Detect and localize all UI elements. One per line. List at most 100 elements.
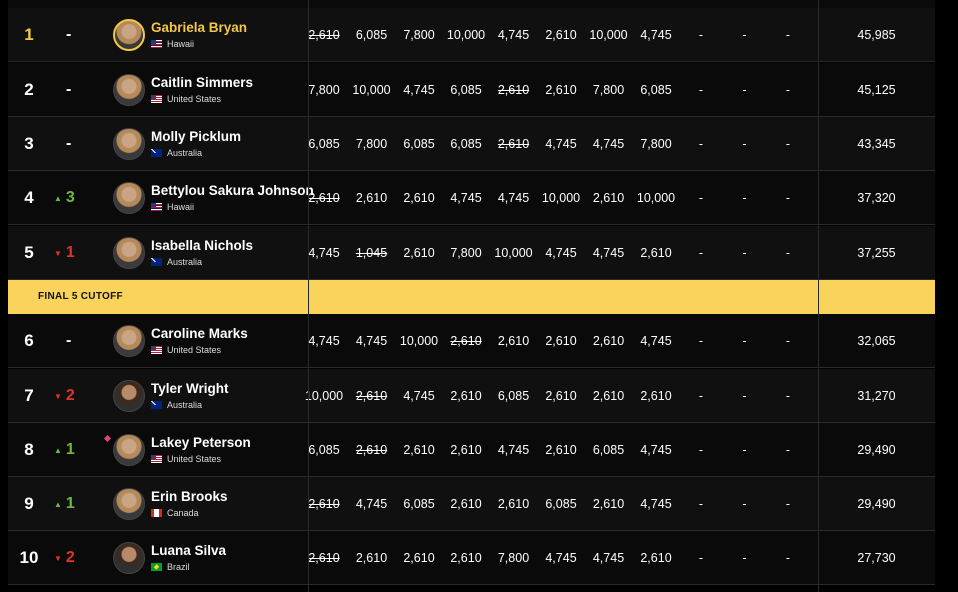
event-score: 4,745 xyxy=(355,334,388,348)
event-score: 4,745 xyxy=(355,497,388,511)
rank-change-value: 1 xyxy=(65,244,75,261)
rank-change-value: 1 xyxy=(65,441,75,458)
athlete-avatar[interactable] xyxy=(113,542,145,574)
athlete-name[interactable]: Gabriela Bryan xyxy=(151,20,247,35)
event-score: 2,610 xyxy=(450,551,482,565)
athlete-name[interactable]: Caroline Marks xyxy=(151,326,248,341)
athlete-name[interactable]: Luana Silva xyxy=(151,543,226,558)
event-score: 7,800 xyxy=(592,83,625,97)
event-score: 6,085 xyxy=(403,137,435,151)
athlete-avatar[interactable] xyxy=(113,19,145,51)
table-row[interactable]: 10 ▼ 2 Luana Silva Brazil 2,610 2,610 2,610 2,61… xyxy=(8,531,935,585)
flag-icon xyxy=(151,95,162,103)
total-points: 45,125 xyxy=(857,83,896,97)
dropped-event-score: 2,610 xyxy=(497,83,530,97)
event-score: 2,610 xyxy=(640,246,672,260)
event-score: 4,745 xyxy=(403,389,435,403)
event-score: - xyxy=(785,334,791,348)
athlete-avatar[interactable] xyxy=(113,488,145,520)
event-score: 7,800 xyxy=(403,28,435,42)
column-divider xyxy=(818,0,819,592)
flag-icon xyxy=(151,509,162,517)
event-score: - xyxy=(698,246,704,260)
event-score: - xyxy=(742,551,747,565)
flag-icon xyxy=(151,203,162,211)
athlete-avatar[interactable] xyxy=(113,434,145,466)
rank-change-value: 2 xyxy=(65,549,75,566)
rank-change: - xyxy=(52,8,102,62)
athlete-avatar[interactable] xyxy=(113,74,145,106)
event-score: - xyxy=(698,443,704,457)
athlete-avatar[interactable] xyxy=(113,380,145,412)
event-score: 2,610 xyxy=(592,191,625,205)
athlete-name[interactable]: Bettylou Sakura Johnson xyxy=(151,183,314,198)
event-score: 4,745 xyxy=(592,246,625,260)
athlete-name[interactable]: Caitlin Simmers xyxy=(151,75,253,90)
athlete-name[interactable]: Isabella Nichols xyxy=(151,238,253,253)
athlete-country: Australia xyxy=(151,400,202,410)
table-row[interactable]: 4 ▲ 3 Bettylou Sakura Johnson Hawaii 2,610 2,6… xyxy=(8,171,935,225)
athlete-name[interactable]: Tyler Wright xyxy=(151,381,229,396)
table-row[interactable]: 3- Molly Picklum Australia 6,085 7,800 6,085 6… xyxy=(8,117,935,171)
rank-change: ▼ 1 xyxy=(52,226,104,280)
rank-change-value: 2 xyxy=(65,387,75,404)
rank-number: 8 xyxy=(24,440,34,459)
flag-icon xyxy=(151,455,162,463)
athlete-avatar[interactable] xyxy=(113,128,145,160)
total-points: 32,065 xyxy=(857,334,896,348)
table-row[interactable]: 9 ▲ 1 Erin Brooks Canada 2,610 4,745 6,085 2,610… xyxy=(8,477,935,531)
event-score: 7,800 xyxy=(355,137,388,151)
event-score: - xyxy=(742,497,747,511)
event-score: - xyxy=(742,246,747,260)
country-label: Hawaii xyxy=(167,39,195,49)
athlete-avatar[interactable] xyxy=(113,325,145,357)
event-score: 2,610 xyxy=(403,246,435,260)
athlete-country: Canada xyxy=(151,508,199,518)
event-score: - xyxy=(698,389,704,403)
event-score: 7,800 xyxy=(450,246,482,260)
athlete-country: Australia xyxy=(151,257,202,267)
rank-change-value: - xyxy=(66,332,72,349)
athlete-avatar[interactable] xyxy=(113,182,145,214)
rank-change-value: - xyxy=(66,135,72,152)
event-score: 2,610 xyxy=(450,497,482,511)
dropped-event-score: 2,610 xyxy=(497,137,530,151)
rank-number: 5 xyxy=(24,243,34,262)
event-score: 10,000 xyxy=(636,191,676,205)
athlete-country: Hawaii xyxy=(151,39,194,49)
rank-number: 10 xyxy=(19,548,39,567)
event-score: - xyxy=(742,389,747,403)
flag-icon xyxy=(151,258,162,266)
rank-number: 4 xyxy=(24,188,34,207)
dropped-event-score: 1,045 xyxy=(355,246,388,260)
athlete-name[interactable]: Lakey Peterson xyxy=(151,435,251,450)
athlete-name[interactable]: Erin Brooks xyxy=(151,489,228,504)
event-score: 4,745 xyxy=(592,137,625,151)
athlete-name[interactable]: Molly Picklum xyxy=(151,129,241,144)
rank-change: - xyxy=(52,314,102,368)
event-score: 4,745 xyxy=(545,551,577,565)
table-row[interactable]: 5 ▼ 1 Isabella Nichols Australia 4,745 1,045 2,… xyxy=(8,226,935,280)
dropped-event-score: 2,610 xyxy=(355,443,388,457)
event-score: 2,610 xyxy=(497,334,530,348)
table-row[interactable]: 1 - Gabriela Bryan Hawaii 2,610 6,085 7,800 10,… xyxy=(8,8,935,62)
country-label: United States xyxy=(167,454,222,464)
event-score: 6,085 xyxy=(640,83,672,97)
rank-change-value: - xyxy=(66,26,72,43)
table-row[interactable]: 6 - Caroline Marks United States 4,745 4,745 1… xyxy=(8,314,935,368)
event-score: - xyxy=(742,137,747,151)
rank-number: 1 xyxy=(24,25,34,44)
down-arrow-icon: ▼ xyxy=(54,391,62,401)
athlete-avatar[interactable] xyxy=(113,237,145,269)
total-points: 45,985 xyxy=(857,28,896,42)
event-score: 2,610 xyxy=(403,443,435,457)
event-score: 2,610 xyxy=(640,551,672,565)
table-row[interactable]: 8 ▲ 1 Lakey Peterson United States 6,085 2,610… xyxy=(8,423,935,477)
flag-icon xyxy=(151,149,162,157)
table-row[interactable]: 7 ▼ 2 Tyler Wright Australia 10,000 2,610 4,745… xyxy=(8,369,935,423)
event-score: 4,745 xyxy=(640,443,672,457)
table-row[interactable]: 2 - Caitlin Simmers United States 7,800 10,00… xyxy=(8,63,935,117)
country-label: Hawaii xyxy=(167,202,195,212)
event-score: 10,000 xyxy=(589,28,628,42)
country-label: Australia xyxy=(167,257,203,267)
